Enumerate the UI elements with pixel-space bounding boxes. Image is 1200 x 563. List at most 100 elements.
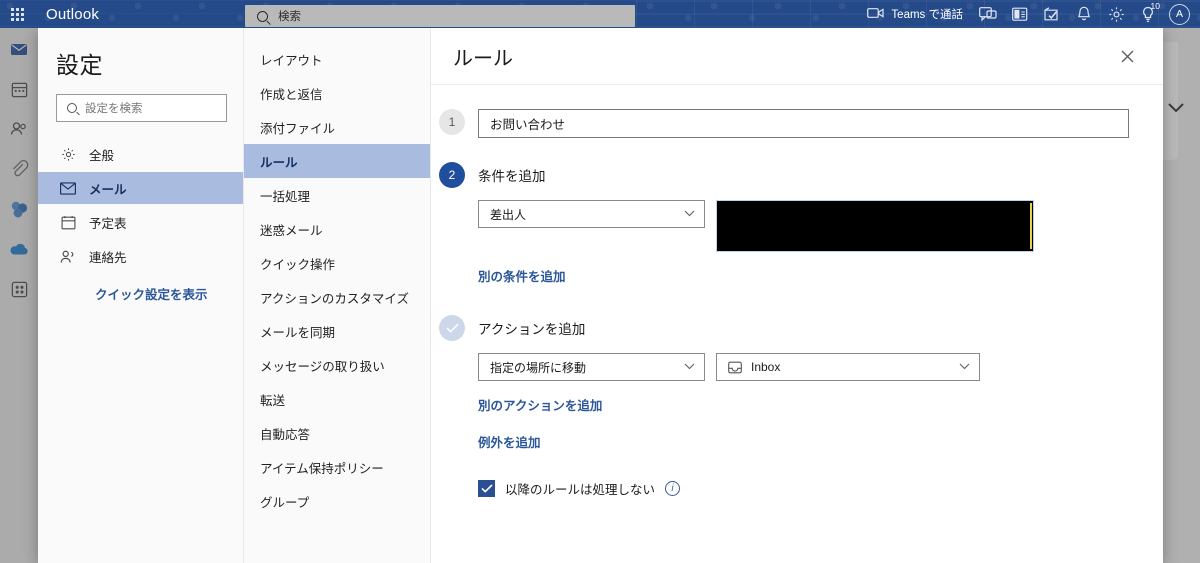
subnav-item-retention-policies[interactable]: アイテム保持ポリシー <box>244 450 430 484</box>
subnav-item-junk-email[interactable]: 迷惑メール <box>244 212 430 246</box>
info-icon[interactable]: i <box>665 481 681 496</box>
mail-settings-subnav: レイアウト 作成と返信 添付ファイル ルール 一括処理 迷惑メール クイック操作… <box>244 28 431 563</box>
subnav-item-forwarding[interactable]: 転送 <box>244 382 430 416</box>
office-app-icon[interactable] <box>1005 0 1035 28</box>
sidebar-item-label: 全般 <box>89 148 115 163</box>
outlook-settings-screen: Outlook 検索 Teams で通話 10 A 設定 設定を検索 全般 メー… <box>0 0 1200 563</box>
sidebar-item-calendar[interactable]: 予定表 <box>38 206 243 238</box>
step-3-badge <box>439 315 465 341</box>
calendar-icon <box>60 214 76 230</box>
add-another-action-link[interactable]: 別のアクションを追加 <box>478 395 1141 414</box>
video-camera-icon <box>867 7 885 22</box>
subnav-item-label: レイアウト <box>260 53 323 68</box>
stop-processing-row: 以降のルールは処理しない i <box>478 479 1141 498</box>
suite-header: Outlook 検索 Teams で通話 10 A <box>0 0 1200 28</box>
chevron-down-icon <box>959 361 970 373</box>
settings-dialog: 設定 設定を検索 全般 メール 予定表 連絡先 クイック設定を表示 レイアウト … <box>38 28 1163 563</box>
chevron-down-icon <box>684 361 695 373</box>
subnav-item-label: 添付ファイル <box>260 121 336 136</box>
rule-name-input[interactable]: お問い合わせ <box>478 109 1129 138</box>
sidebar-item-label: 連絡先 <box>89 250 127 265</box>
subnav-item-message-handling[interactable]: メッセージの取り扱い <box>244 348 430 382</box>
page-title: ルール <box>453 47 513 70</box>
app-launcher-waffle-icon[interactable] <box>0 0 34 28</box>
rules-pane-header: ルール <box>431 28 1163 85</box>
mail-icon <box>60 180 76 196</box>
subnav-item-label: クイック操作 <box>260 257 336 272</box>
search-input[interactable]: 検索 <box>245 5 635 27</box>
chevron-down-icon <box>684 208 695 220</box>
subnav-item-compose-reply[interactable]: 作成と返信 <box>244 76 430 110</box>
gear-icon[interactable] <box>1101 0 1131 28</box>
stop-processing-label: 以降のルールは処理しない <box>505 483 656 497</box>
suite-header-actions: Teams で通話 10 A <box>859 0 1194 28</box>
step-2-badge: 2 <box>439 162 465 188</box>
sidebar-item-label: 予定表 <box>89 216 127 231</box>
condition-type-value: 差出人 <box>490 207 527 222</box>
close-icon[interactable] <box>1113 42 1141 70</box>
inbox-icon <box>728 361 742 374</box>
subnav-item-label: アイテム保持ポリシー <box>260 461 384 476</box>
subnav-item-groups[interactable]: グループ <box>244 484 430 518</box>
sidebar-item-contacts[interactable]: 連絡先 <box>38 240 243 272</box>
bell-icon[interactable] <box>1069 0 1099 28</box>
gear-icon <box>60 146 76 162</box>
add-condition-heading: 条件を追加 <box>478 169 546 184</box>
condition-step: 2 条件を追加 <box>439 162 1141 188</box>
teams-call-label: Teams で通話 <box>891 9 963 21</box>
action-row: 指定の場所に移動 Inbox <box>478 353 1141 381</box>
subnav-item-layout[interactable]: レイアウト <box>244 42 430 76</box>
add-exception-link[interactable]: 例外を追加 <box>478 432 1141 451</box>
sidebar-item-mail[interactable]: メール <box>38 172 243 204</box>
condition-value-input[interactable] <box>716 200 1034 252</box>
avatar[interactable]: A <box>1169 3 1190 25</box>
search-icon <box>257 10 268 22</box>
settings-title: 設定 <box>56 52 103 78</box>
action-type-value: 指定の場所に移動 <box>490 360 587 375</box>
chevron-down-icon[interactable] <box>1168 100 1184 118</box>
settings-search-placeholder: 設定を検索 <box>85 103 143 115</box>
subnav-item-quick-steps[interactable]: クイック操作 <box>244 246 430 280</box>
settings-search-input[interactable]: 設定を検索 <box>56 94 227 122</box>
condition-row: 差出人 <box>478 200 1141 252</box>
add-action-heading: アクションを追加 <box>478 322 586 337</box>
stop-processing-checkbox[interactable] <box>478 480 495 497</box>
tasks-icon[interactable] <box>1037 0 1067 28</box>
subnav-item-customize-actions[interactable]: アクションのカスタマイズ <box>244 280 430 314</box>
teams-call-button[interactable]: Teams で通話 <box>859 6 971 22</box>
lightbulb-icon[interactable]: 10 <box>1133 0 1163 28</box>
subnav-item-label: 迷惑メール <box>260 223 323 238</box>
settings-nav: 設定 設定を検索 全般 メール 予定表 連絡先 クイック設定を表示 <box>38 28 244 563</box>
brand-title: Outlook <box>46 5 100 23</box>
subnav-item-label: 一括処理 <box>260 189 311 204</box>
search-icon <box>67 103 77 113</box>
subnav-item-rules[interactable]: ルール <box>244 144 430 178</box>
subnav-item-label: アクションのカスタマイズ <box>260 291 410 306</box>
condition-type-select[interactable]: 差出人 <box>478 200 705 228</box>
subnav-item-automatic-replies[interactable]: 自動応答 <box>244 416 430 450</box>
quick-settings-link[interactable]: クイック設定を表示 <box>38 284 243 303</box>
subnav-item-label: 自動応答 <box>260 427 311 442</box>
chat-icon[interactable] <box>973 0 1003 28</box>
rules-pane-body: 1 お問い合わせ 2 条件を追加 差出人 別の条件を追加 アクションを追加 指定… <box>431 85 1163 498</box>
notification-badge: 10 <box>1150 1 1160 11</box>
subnav-item-attachments[interactable]: 添付ファイル <box>244 110 430 144</box>
subnav-item-sync-email[interactable]: メールを同期 <box>244 314 430 348</box>
action-folder-select[interactable]: Inbox <box>716 353 980 381</box>
subnav-item-label: 転送 <box>260 393 286 408</box>
add-another-condition-link[interactable]: 別の条件を追加 <box>478 266 1141 285</box>
search-placeholder: 検索 <box>278 11 301 23</box>
action-step: アクションを追加 <box>439 315 1141 341</box>
subnav-item-label: グループ <box>260 495 310 510</box>
subnav-item-label: ルール <box>260 155 298 170</box>
subnav-item-label: メールを同期 <box>260 325 336 340</box>
action-folder-value: Inbox <box>751 360 781 374</box>
sidebar-item-general[interactable]: 全般 <box>38 138 243 170</box>
subnav-item-sweep[interactable]: 一括処理 <box>244 178 430 212</box>
step-1-badge: 1 <box>439 109 465 135</box>
rules-pane: ルール 1 お問い合わせ 2 条件を追加 差出人 別の条件を追加 アクションを追… <box>431 28 1163 563</box>
sidebar-item-label: メール <box>89 182 127 197</box>
subnav-item-label: 作成と返信 <box>260 87 323 102</box>
action-type-select[interactable]: 指定の場所に移動 <box>478 353 705 381</box>
rule-name-step: 1 お問い合わせ <box>439 109 1141 138</box>
